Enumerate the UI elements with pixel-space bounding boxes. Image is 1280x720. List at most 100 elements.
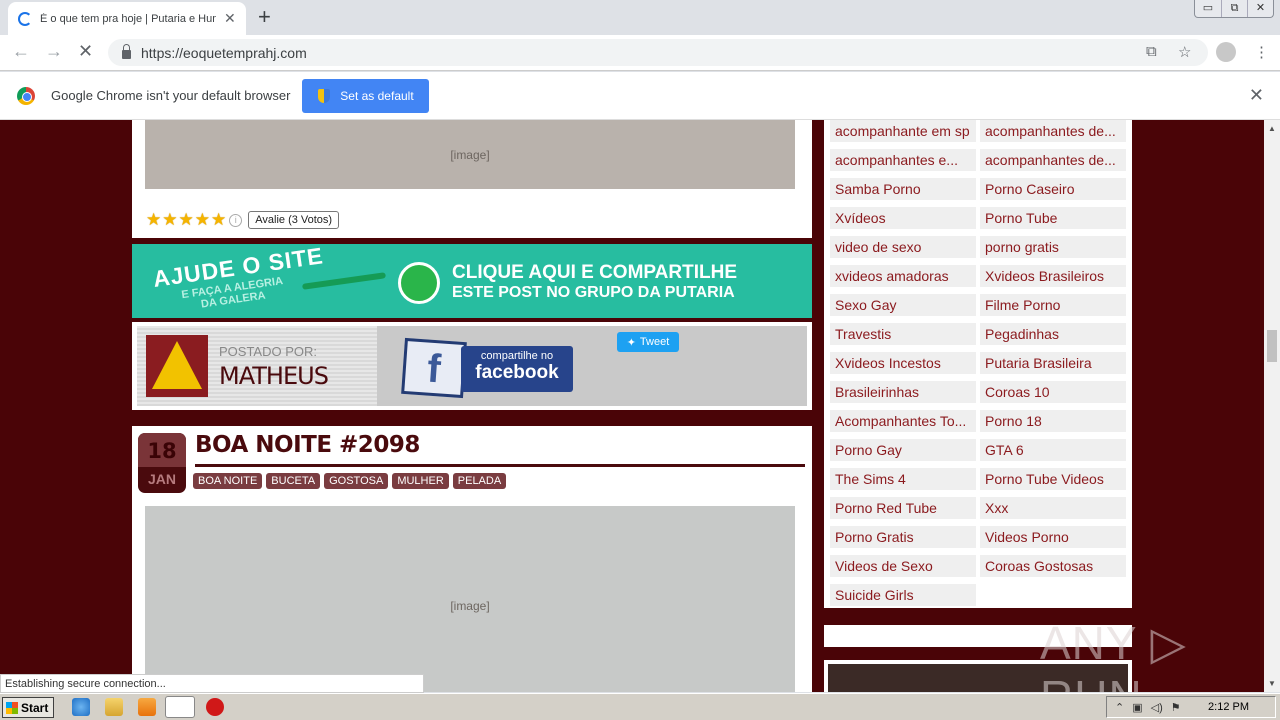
post-tag[interactable]: BOA NOITE bbox=[193, 473, 263, 489]
whatsapp-share-banner[interactable]: AJUDE O SITE E FAÇA A ALEGRIA DA GALERA … bbox=[132, 242, 812, 318]
post-month: JAN bbox=[147, 471, 176, 487]
tag-cloud-link[interactable]: Xvídeos bbox=[830, 207, 976, 229]
tag-cloud-link[interactable]: Samba Porno bbox=[830, 178, 976, 200]
tray-expand-icon[interactable]: ⌃ bbox=[1115, 701, 1124, 714]
star-icon[interactable]: ★ bbox=[162, 210, 177, 230]
tweet-button[interactable]: ✦ Tweet bbox=[617, 332, 679, 352]
tag-cloud-link[interactable]: Xvideos Incestos bbox=[830, 352, 976, 374]
post-card: [image] ★ ★ ★ ★ ★ i Avalie (3 Votos) bbox=[132, 120, 812, 238]
page-scrollbar[interactable]: ▲ ▼ bbox=[1264, 120, 1280, 692]
window-controls: ▭ ⧉ ✕ bbox=[1194, 0, 1274, 18]
new-tab-button[interactable]: + bbox=[258, 4, 271, 30]
forward-arrow-icon[interactable]: → bbox=[45, 41, 63, 62]
set-as-default-button[interactable]: Set as default bbox=[302, 78, 430, 113]
tag-cloud-link[interactable]: Porno Caseiro bbox=[980, 178, 1126, 200]
post-tag[interactable]: GOSTOSA bbox=[324, 473, 389, 489]
scroll-down-arrow-icon[interactable]: ▼ bbox=[1268, 679, 1276, 688]
tag-cloud-link[interactable]: Porno Gratis bbox=[830, 526, 976, 548]
tag-cloud-link[interactable]: porno gratis bbox=[980, 236, 1126, 258]
author-avatar bbox=[146, 335, 208, 397]
star-icon[interactable]: ★ bbox=[146, 210, 161, 230]
url-text[interactable]: https://eoquetemprahj.com bbox=[141, 45, 307, 61]
network-icon[interactable]: ▣ bbox=[1132, 701, 1142, 714]
tag-cloud-link[interactable]: Travestis bbox=[830, 323, 976, 345]
opera-icon[interactable] bbox=[206, 698, 224, 716]
tag-cloud-link[interactable]: Porno Tube Videos bbox=[980, 468, 1126, 490]
scroll-up-arrow-icon[interactable]: ▲ bbox=[1268, 124, 1276, 133]
tag-cloud-link[interactable]: GTA 6 bbox=[980, 439, 1126, 461]
tag-cloud-link[interactable]: Sexo Gay bbox=[830, 294, 976, 316]
windows-taskbar: Start ⌃ ▣ ◁) ⚑ 2:12 PM bbox=[0, 693, 1280, 720]
post-title[interactable]: BOA NOITE #2098 bbox=[195, 432, 420, 458]
tag-cloud-link[interactable]: Xvideos Brasileiros bbox=[980, 265, 1126, 287]
post-tag[interactable]: BUCETA bbox=[266, 473, 321, 489]
tab-close-icon[interactable]: ✕ bbox=[224, 10, 236, 27]
windows-logo-icon bbox=[6, 701, 18, 714]
restore-button[interactable]: ⧉ bbox=[1221, 0, 1247, 17]
back-arrow-icon[interactable]: ← bbox=[12, 41, 30, 62]
star-rating[interactable]: ★ ★ ★ ★ ★ i Avalie (3 Votos) bbox=[146, 210, 340, 230]
tag-cloud-link[interactable]: Pegadinhas bbox=[980, 323, 1126, 345]
tag-cloud-link[interactable]: Porno Gay bbox=[830, 439, 976, 461]
tag-cloud-link[interactable]: xvideos amadoras bbox=[830, 265, 976, 287]
taskbar-clock[interactable]: 2:12 PM bbox=[1208, 701, 1249, 713]
facebook-share-button[interactable]: f compartilhe no facebook bbox=[401, 337, 573, 399]
tag-cloud-link[interactable]: The Sims 4 bbox=[830, 468, 976, 490]
address-bar[interactable]: https://eoquetemprahj.com bbox=[108, 39, 1208, 66]
browser-tab[interactable]: É o que tem pra hoje | Putaria e Humor ✕ bbox=[8, 2, 246, 35]
votes-tooltip: Avalie (3 Votos) bbox=[248, 211, 340, 229]
internet-explorer-icon[interactable] bbox=[72, 698, 90, 716]
tag-cloud-link[interactable]: Coroas Gostosas bbox=[980, 555, 1126, 577]
uac-shield-icon bbox=[318, 88, 331, 103]
scrollbar-thumb[interactable] bbox=[1267, 330, 1277, 362]
post-image-placeholder[interactable]: [image] bbox=[145, 506, 795, 692]
tag-cloud-link[interactable]: acompanhantes de... bbox=[980, 149, 1126, 171]
translate-icon[interactable]: ⧉ bbox=[1146, 43, 1157, 60]
tag-cloud-link[interactable]: Videos Porno bbox=[980, 526, 1126, 548]
menu-kebab-icon[interactable]: ⋮ bbox=[1254, 43, 1269, 61]
anyrun-watermark: ANY ▷ RUN bbox=[1040, 617, 1187, 692]
facebook-icon: f bbox=[401, 337, 467, 399]
file-explorer-icon[interactable] bbox=[105, 698, 123, 716]
chrome-taskbar-icon[interactable] bbox=[165, 696, 195, 718]
tag-cloud-link[interactable]: Suicide Girls bbox=[830, 584, 976, 606]
start-label: Start bbox=[21, 700, 49, 715]
default-browser-infobar: Google Chrome isn't your default browser… bbox=[0, 72, 1280, 120]
start-button[interactable]: Start bbox=[2, 697, 54, 718]
tag-cloud-link[interactable]: Acompanhantes To... bbox=[830, 410, 976, 432]
star-icon[interactable]: ★ bbox=[179, 210, 194, 230]
tag-cloud-link[interactable]: Porno 18 bbox=[980, 410, 1126, 432]
media-player-icon[interactable] bbox=[138, 698, 156, 716]
tag-cloud-link[interactable]: acompanhante em sp bbox=[830, 120, 976, 142]
tag-cloud-link[interactable]: Videos de Sexo bbox=[830, 555, 976, 577]
facebook-share-big: facebook bbox=[475, 362, 559, 383]
post-tag[interactable]: MULHER bbox=[392, 473, 449, 489]
tag-cloud-link[interactable]: Brasileirinhas bbox=[830, 381, 976, 403]
profile-avatar-icon[interactable] bbox=[1216, 42, 1236, 62]
sidebar-tag-cloud: acompanhante em sp acompanhantes de... aco… bbox=[824, 120, 1132, 608]
tag-cloud-link[interactable]: Putaria Brasileira bbox=[980, 352, 1126, 374]
bookmark-star-icon[interactable]: ☆ bbox=[1178, 43, 1191, 61]
tag-cloud-link[interactable]: Porno Red Tube bbox=[830, 497, 976, 519]
star-icon[interactable]: ★ bbox=[195, 210, 210, 230]
info-icon[interactable]: i bbox=[229, 213, 243, 227]
tag-cloud-link[interactable]: acompanhantes e... bbox=[830, 149, 976, 171]
tag-cloud-link[interactable]: acompanhantes de... bbox=[980, 120, 1126, 142]
twitter-bird-icon: ✦ bbox=[626, 336, 636, 349]
post-image-placeholder[interactable]: [image] bbox=[145, 120, 795, 189]
volume-icon[interactable]: ◁) bbox=[1151, 701, 1163, 714]
action-center-flag-icon[interactable]: ⚑ bbox=[1171, 701, 1181, 714]
tag-cloud-link[interactable]: Filme Porno bbox=[980, 294, 1126, 316]
star-icon[interactable]: ★ bbox=[211, 210, 226, 230]
infobar-close-icon[interactable]: ✕ bbox=[1249, 85, 1264, 106]
tag-cloud-link[interactable]: Coroas 10 bbox=[980, 381, 1126, 403]
tag-cloud-link[interactable]: video de sexo bbox=[830, 236, 976, 258]
author-name[interactable]: MATHEUS bbox=[219, 362, 329, 390]
tag-cloud-link[interactable]: Porno Tube bbox=[980, 207, 1126, 229]
stop-loading-icon[interactable]: ✕ bbox=[78, 41, 93, 62]
minimize-button[interactable]: ▭ bbox=[1195, 0, 1221, 17]
tag-cloud-link[interactable]: Xxx bbox=[980, 497, 1126, 519]
close-window-button[interactable]: ✕ bbox=[1247, 0, 1273, 17]
facebook-share-text: compartilhe no facebook bbox=[461, 346, 573, 392]
post-tag[interactable]: PELADA bbox=[452, 473, 507, 489]
